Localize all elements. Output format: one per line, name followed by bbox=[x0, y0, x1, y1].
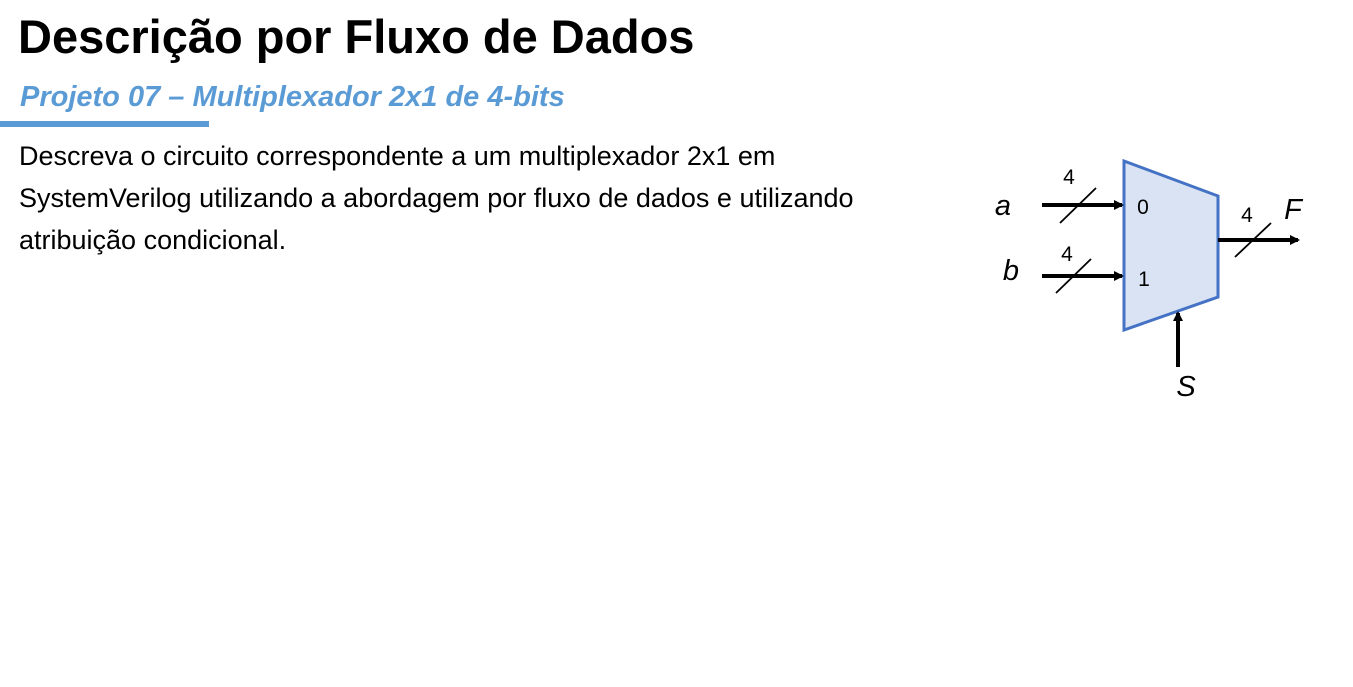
task-description: Descreva o circuito correspondente a um … bbox=[19, 141, 854, 255]
input-a-label: a bbox=[995, 190, 1011, 222]
accent-underline bbox=[0, 121, 209, 127]
page-subtitle: Projeto 07 – Multiplexador 2x1 de 4-bits bbox=[20, 81, 565, 113]
input-a-width-label: 4 bbox=[1063, 166, 1075, 189]
mux-diagram: a 4 0 b 4 1 4 F S bbox=[995, 158, 1304, 403]
output-f-label: F bbox=[1284, 194, 1304, 226]
port-1-label: 1 bbox=[1138, 268, 1150, 291]
page-title: Descrição por Fluxo de Dados bbox=[18, 10, 695, 63]
output-width-label: 4 bbox=[1241, 204, 1253, 227]
input-b-label: b bbox=[1003, 255, 1019, 287]
select-s-label: S bbox=[1176, 371, 1196, 403]
input-b-width-label: 4 bbox=[1061, 243, 1073, 266]
port-0-label: 0 bbox=[1137, 196, 1149, 219]
mux-body bbox=[1122, 158, 1220, 333]
